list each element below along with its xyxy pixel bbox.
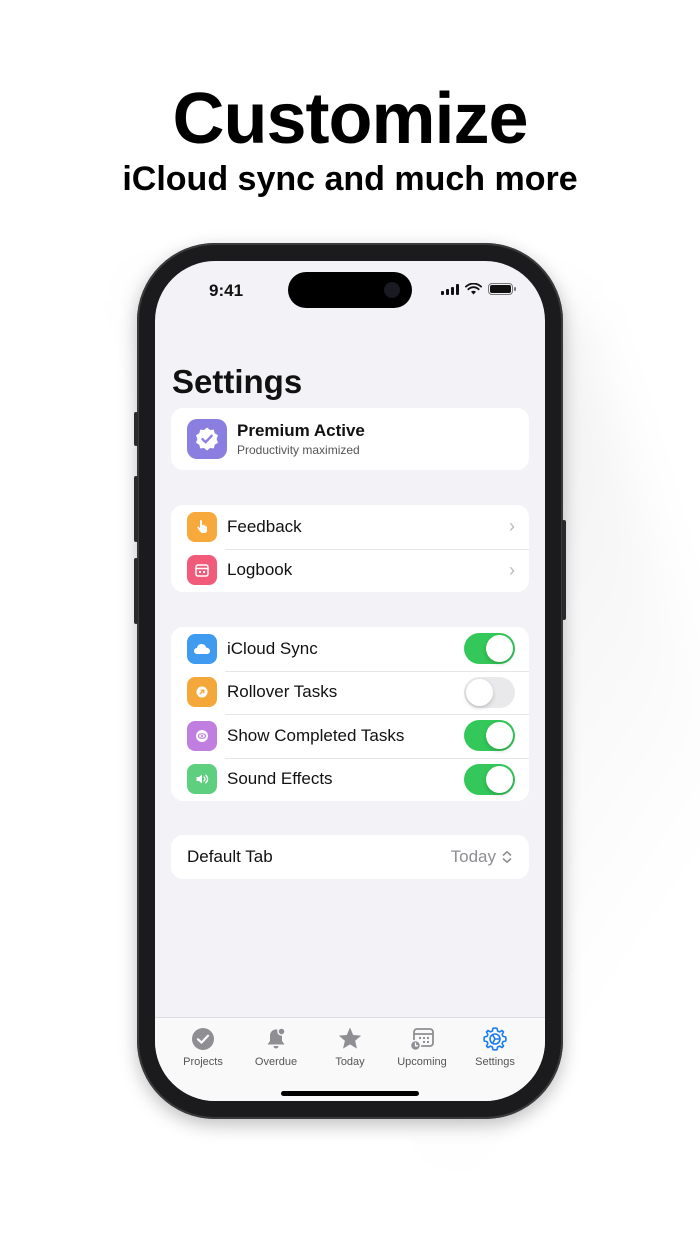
calendar-clock-icon xyxy=(409,1026,435,1052)
tab-overdue[interactable]: Overdue xyxy=(240,1026,312,1068)
premium-title: Premium Active xyxy=(237,421,365,440)
show-completed-row: Show Completed Tasks xyxy=(171,714,529,758)
rollover-tasks-row: Rollover Tasks xyxy=(171,670,529,715)
calendar-icon xyxy=(187,555,217,586)
feedback-row[interactable]: Feedback › xyxy=(171,505,529,549)
battery-icon xyxy=(488,283,516,295)
tab-label: Upcoming xyxy=(397,1056,447,1068)
links-card: Feedback › Logbook › xyxy=(171,505,529,592)
status-time: 9:41 xyxy=(209,281,244,300)
icloud-sync-toggle[interactable] xyxy=(464,633,515,665)
tab-settings[interactable]: Settings xyxy=(459,1026,531,1068)
bell-icon xyxy=(263,1026,289,1052)
tab-bar: Projects Overdue Today Upcoming Settings xyxy=(155,1017,545,1101)
premium-subtitle: Productivity maximized xyxy=(237,443,360,457)
phone-button-volume-down xyxy=(134,558,138,624)
tab-upcoming[interactable]: Upcoming xyxy=(386,1026,458,1068)
logbook-label: Logbook xyxy=(227,560,293,580)
rollover-icon xyxy=(187,677,217,708)
tab-label: Today xyxy=(335,1056,365,1068)
default-tab-picker[interactable]: Default Tab Today xyxy=(171,835,529,879)
subheadline: iCloud sync and much more xyxy=(122,160,578,198)
phone-button-power xyxy=(562,520,566,620)
chevron-up-down-icon xyxy=(502,851,512,863)
tab-label: Projects xyxy=(183,1056,223,1068)
rollover-tasks-label: Rollover Tasks xyxy=(227,682,338,702)
star-icon xyxy=(337,1026,363,1052)
default-tab-value: Today xyxy=(450,847,496,866)
show-completed-label: Show Completed Tasks xyxy=(227,725,405,745)
dynamic-island xyxy=(288,272,412,308)
sound-effects-label: Sound Effects xyxy=(227,769,333,789)
chevron-right-icon: › xyxy=(509,559,515,580)
home-indicator xyxy=(281,1091,419,1096)
headline: Customize xyxy=(172,79,528,159)
icloud-sync-label: iCloud Sync xyxy=(227,638,318,658)
wifi-icon xyxy=(465,283,482,295)
premium-card[interactable]: Premium Active Productivity maximized xyxy=(171,408,529,470)
rollover-tasks-toggle[interactable] xyxy=(464,676,515,708)
show-completed-toggle[interactable] xyxy=(464,720,515,752)
gear-icon xyxy=(482,1026,508,1052)
tab-today[interactable]: Today xyxy=(314,1026,386,1068)
verified-badge-icon xyxy=(187,419,227,459)
toggles-card: iCloud Sync Rollover Tasks Show Complete… xyxy=(171,627,529,801)
phone-screen: 9:41 Settings Premium Active Productivit… xyxy=(155,261,545,1101)
default-tab-label: Default Tab xyxy=(187,847,273,866)
camera-icon xyxy=(384,282,400,298)
status-icons xyxy=(441,283,516,295)
page-title: Settings xyxy=(172,363,303,400)
tab-label: Overdue xyxy=(254,1056,298,1068)
icloud-sync-row: iCloud Sync xyxy=(171,627,529,671)
tab-label: Settings xyxy=(475,1056,515,1068)
phone-button-volume-up xyxy=(134,476,138,542)
tab-projects[interactable]: Projects xyxy=(167,1026,239,1068)
sound-effects-row: Sound Effects xyxy=(171,757,529,802)
hand-tap-icon xyxy=(187,511,217,542)
speaker-icon xyxy=(187,764,217,795)
sound-effects-toggle[interactable] xyxy=(464,763,515,795)
phone-button-action xyxy=(134,412,138,446)
cellular-signal-icon xyxy=(441,283,459,295)
eye-icon xyxy=(187,720,217,751)
checkmark-circle-icon xyxy=(190,1026,216,1052)
cloud-icon xyxy=(187,633,217,664)
feedback-label: Feedback xyxy=(227,516,302,536)
logbook-row[interactable]: Logbook › xyxy=(171,548,529,593)
chevron-right-icon: › xyxy=(509,516,515,537)
